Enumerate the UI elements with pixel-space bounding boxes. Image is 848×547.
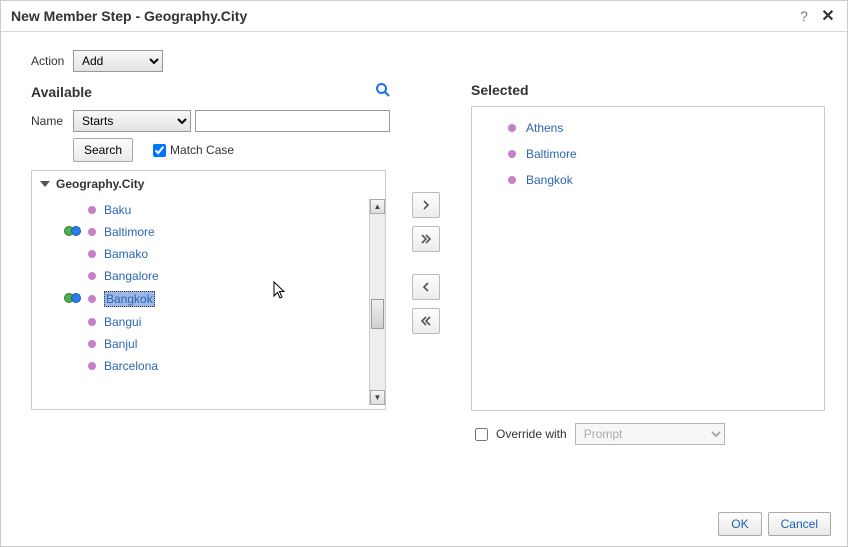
override-label: Override with [496,427,567,441]
tree-item-label: Barcelona [104,359,158,373]
tree-title: Geography.City [56,177,144,191]
footer: OK Cancel [718,512,831,536]
close-icon[interactable]: ✕ [819,7,837,25]
member-bullet-icon [508,124,516,132]
move-all-left-button[interactable] [412,308,440,334]
selected-indicator-icon [66,294,80,304]
scroll-down-icon[interactable]: ▼ [370,390,385,405]
help-icon[interactable]: ? [795,7,813,25]
tree-item[interactable]: Baku [32,199,369,221]
selected-header: Selected [471,82,529,98]
member-bullet-icon [88,272,96,280]
scroll-thumb[interactable] [371,299,384,329]
selected-header-row: Selected [471,82,825,98]
selected-indicator-icon [66,205,80,215]
override-checkbox[interactable] [475,428,488,441]
available-tree: Geography.City Baku Baltimore Bamako Bangal… [31,170,386,410]
scrollbar[interactable]: ▲ ▼ [369,199,385,405]
name-filter-row: Name Starts [31,110,391,132]
tree-item[interactable]: Bangalore [32,265,369,287]
name-mode-select[interactable]: Starts [73,110,191,132]
selected-item[interactable]: Baltimore [486,143,810,169]
tree-item[interactable]: Banjul [32,333,369,355]
action-select[interactable]: Add [73,50,163,72]
selected-panel: Selected Athens Baltimore Bangkok Override… [461,82,825,445]
search-button[interactable]: Search [73,138,133,162]
member-bullet-icon [88,228,96,236]
override-row: Override with Prompt [471,423,825,445]
selected-item-label: Athens [526,121,563,135]
tree-header[interactable]: Geography.City [32,171,385,197]
dialog-body: Action Add Available Name Starts [1,32,847,453]
member-bullet-icon [88,362,96,370]
selected-indicator-icon [66,271,80,281]
selected-indicator-icon [66,249,80,259]
cancel-button[interactable]: Cancel [768,512,831,536]
member-bullet-icon [88,250,96,258]
available-panel: Available Name Starts Search [31,82,391,445]
mover-buttons [391,82,461,445]
tree-item-label: Baku [104,203,131,217]
scroll-up-icon[interactable]: ▲ [370,199,385,214]
tree-item-label: Banjul [104,337,137,351]
move-right-button[interactable] [412,192,440,218]
member-bullet-icon [508,150,516,158]
name-label: Name [31,114,73,128]
selected-item-label: Bangkok [526,173,573,187]
member-bullet-icon [88,340,96,348]
tree-item-label: Bangui [104,315,141,329]
selected-indicator-icon [66,227,80,237]
dialog-title: New Member Step - Geography.City [11,8,789,24]
match-case-label: Match Case [170,143,234,157]
tree-item-label: Bangkok [104,291,155,307]
tree-item-label: Baltimore [104,225,155,239]
member-bullet-icon [88,318,96,326]
collapse-icon[interactable] [40,181,50,187]
tree-item[interactable]: Baltimore [32,221,369,243]
tree-item-label: Bangalore [104,269,159,283]
name-search-input[interactable] [195,110,390,132]
available-header: Available [31,84,92,100]
override-select[interactable]: Prompt [575,423,725,445]
tree-scroll[interactable]: Baku Baltimore Bamako Bangalore Bangkok Bangu… [32,199,369,409]
member-bullet-icon [508,176,516,184]
move-left-button[interactable] [412,274,440,300]
selected-item-label: Baltimore [526,147,577,161]
member-bullet-icon [88,295,96,303]
tree-item[interactable]: Bangkok [32,287,369,311]
selected-indicator-icon [66,339,80,349]
selected-list: Athens Baltimore Bangkok [471,106,825,411]
search-icon[interactable] [375,82,391,102]
tree-item[interactable]: Barcelona [32,355,369,377]
dialog: New Member Step - Geography.City ? ✕ Act… [0,0,848,547]
action-label: Action [31,54,73,68]
available-header-row: Available [31,82,391,102]
move-all-right-button[interactable] [412,226,440,252]
tree-item-label: Bamako [104,247,148,261]
match-case-row[interactable]: Match Case [153,143,234,157]
ok-button[interactable]: OK [718,512,761,536]
titlebar: New Member Step - Geography.City ? ✕ [1,1,847,32]
selected-indicator-icon [66,361,80,371]
action-row: Action Add [31,50,825,72]
member-bullet-icon [88,206,96,214]
selected-item[interactable]: Bangkok [486,169,810,195]
selected-indicator-icon [66,317,80,327]
match-case-checkbox[interactable] [153,144,166,157]
lists-container: Available Name Starts Search [31,82,825,445]
selected-item[interactable]: Athens [486,117,810,143]
tree-item[interactable]: Bangui [32,311,369,333]
search-row: Search Match Case [31,138,391,162]
tree-item[interactable]: Bamako [32,243,369,265]
